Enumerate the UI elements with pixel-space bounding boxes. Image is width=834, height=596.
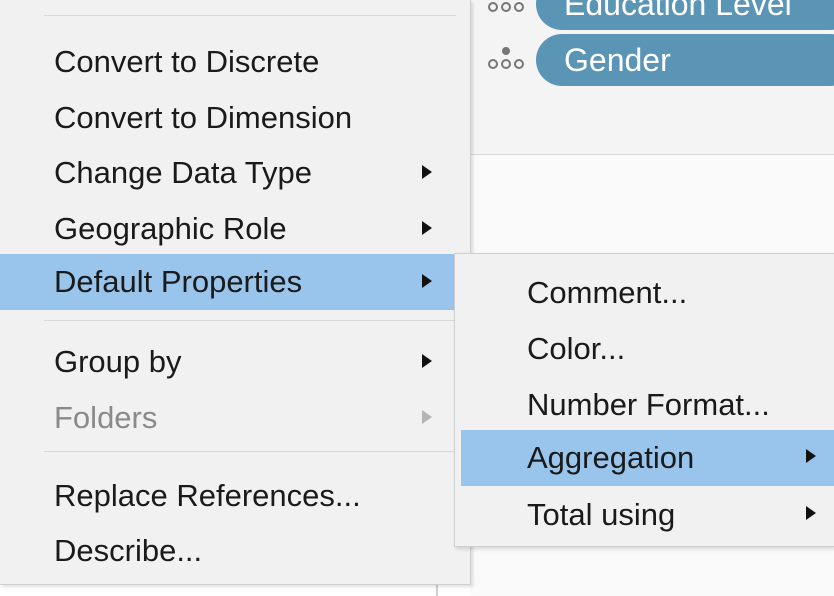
pill-label: Gender bbox=[564, 42, 671, 78]
menu-separator bbox=[44, 320, 456, 321]
menu-item-label: Describe... bbox=[54, 533, 203, 568]
menu-item-convert-to-discrete[interactable]: Convert to Discrete bbox=[0, 34, 454, 90]
menu-item-group-by[interactable]: Group by bbox=[0, 334, 454, 390]
menu-item-label: Convert to Dimension bbox=[54, 100, 353, 135]
submenu-item-aggregation[interactable]: Aggregation bbox=[461, 430, 834, 486]
menu-item-replace-references[interactable]: Replace References... bbox=[0, 468, 454, 524]
menu-separator bbox=[44, 451, 456, 452]
submenu-arrow-icon bbox=[422, 354, 432, 368]
submenu-arrow-icon bbox=[422, 410, 432, 424]
submenu-item-comment[interactable]: Comment... bbox=[461, 265, 834, 321]
pill-gender[interactable]: Gender bbox=[536, 34, 834, 86]
context-menu: Convert to Discrete Convert to Dimension… bbox=[0, 0, 471, 585]
submenu-arrow-icon bbox=[806, 506, 816, 520]
menu-item-label: Default Properties bbox=[54, 264, 303, 299]
menu-item-change-data-type[interactable]: Change Data Type bbox=[0, 145, 454, 201]
nominal-dimension-icon bbox=[486, 0, 526, 18]
submenu-item-color[interactable]: Color... bbox=[461, 321, 834, 377]
submenu-item-label: Comment... bbox=[527, 275, 688, 310]
submenu-item-label: Number Format... bbox=[527, 387, 770, 422]
submenu-arrow-icon bbox=[806, 449, 816, 463]
menu-item-label: Folders bbox=[54, 400, 158, 435]
default-properties-submenu: Comment... Color... Number Format... Agg… bbox=[454, 253, 834, 547]
submenu-item-label: Color... bbox=[527, 331, 626, 366]
menu-separator bbox=[44, 15, 456, 16]
submenu-arrow-icon bbox=[422, 165, 432, 179]
pill-education-level[interactable]: Education Level bbox=[536, 0, 834, 30]
menu-item-label: Replace References... bbox=[54, 478, 361, 513]
menu-item-label: Convert to Discrete bbox=[54, 44, 320, 79]
submenu-item-label: Total using bbox=[527, 497, 676, 532]
menu-item-folders[interactable]: Folders bbox=[0, 390, 454, 446]
submenu-arrow-icon bbox=[422, 274, 432, 288]
nominal-dimension-icon bbox=[486, 45, 526, 75]
submenu-item-number-format[interactable]: Number Format... bbox=[461, 377, 834, 433]
pill-label: Education Level bbox=[564, 0, 792, 22]
menu-item-convert-to-dimension[interactable]: Convert to Dimension bbox=[0, 90, 454, 146]
menu-item-default-properties[interactable]: Default Properties bbox=[0, 254, 454, 310]
submenu-arrow-icon bbox=[422, 221, 432, 235]
menu-item-label: Geographic Role bbox=[54, 211, 287, 246]
submenu-item-label: Aggregation bbox=[527, 440, 695, 475]
submenu-item-total-using[interactable]: Total using bbox=[461, 487, 834, 543]
menu-item-label: Change Data Type bbox=[54, 155, 312, 190]
menu-item-label: Group by bbox=[54, 344, 182, 379]
menu-item-describe[interactable]: Describe... bbox=[0, 523, 454, 579]
menu-item-geographic-role[interactable]: Geographic Role bbox=[0, 201, 454, 257]
